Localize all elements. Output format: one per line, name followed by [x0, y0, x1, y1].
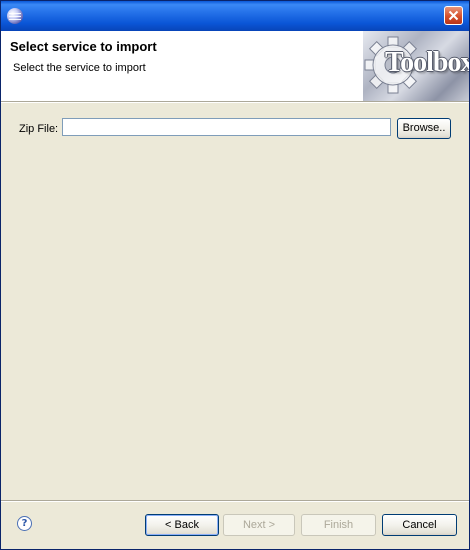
eclipse-icon — [7, 8, 23, 24]
cancel-button[interactable]: Cancel — [382, 514, 457, 536]
logo-text: Toolbox — [385, 47, 469, 78]
back-button[interactable]: < Back — [145, 514, 219, 536]
close-button[interactable] — [444, 6, 463, 25]
title-bar[interactable] — [1, 1, 469, 31]
browse-button[interactable]: Browse.. — [397, 118, 451, 139]
footer-separator — [1, 500, 469, 502]
zip-file-input[interactable] — [62, 118, 391, 136]
page-description: Select the service to import — [13, 62, 146, 74]
zip-file-label: Zip File: — [19, 123, 59, 135]
close-icon — [448, 10, 459, 21]
banner-separator — [1, 101, 469, 103]
wizard-banner: Select service to import Select the serv… — [1, 31, 469, 101]
page-title: Select service to import — [10, 39, 157, 54]
finish-button[interactable]: Finish — [301, 514, 376, 536]
toolbox-logo: Toolbox — [363, 31, 469, 101]
import-service-dialog: Select service to import Select the serv… — [0, 0, 470, 550]
next-button[interactable]: Next > — [223, 514, 295, 536]
help-icon[interactable]: ? — [17, 516, 32, 531]
